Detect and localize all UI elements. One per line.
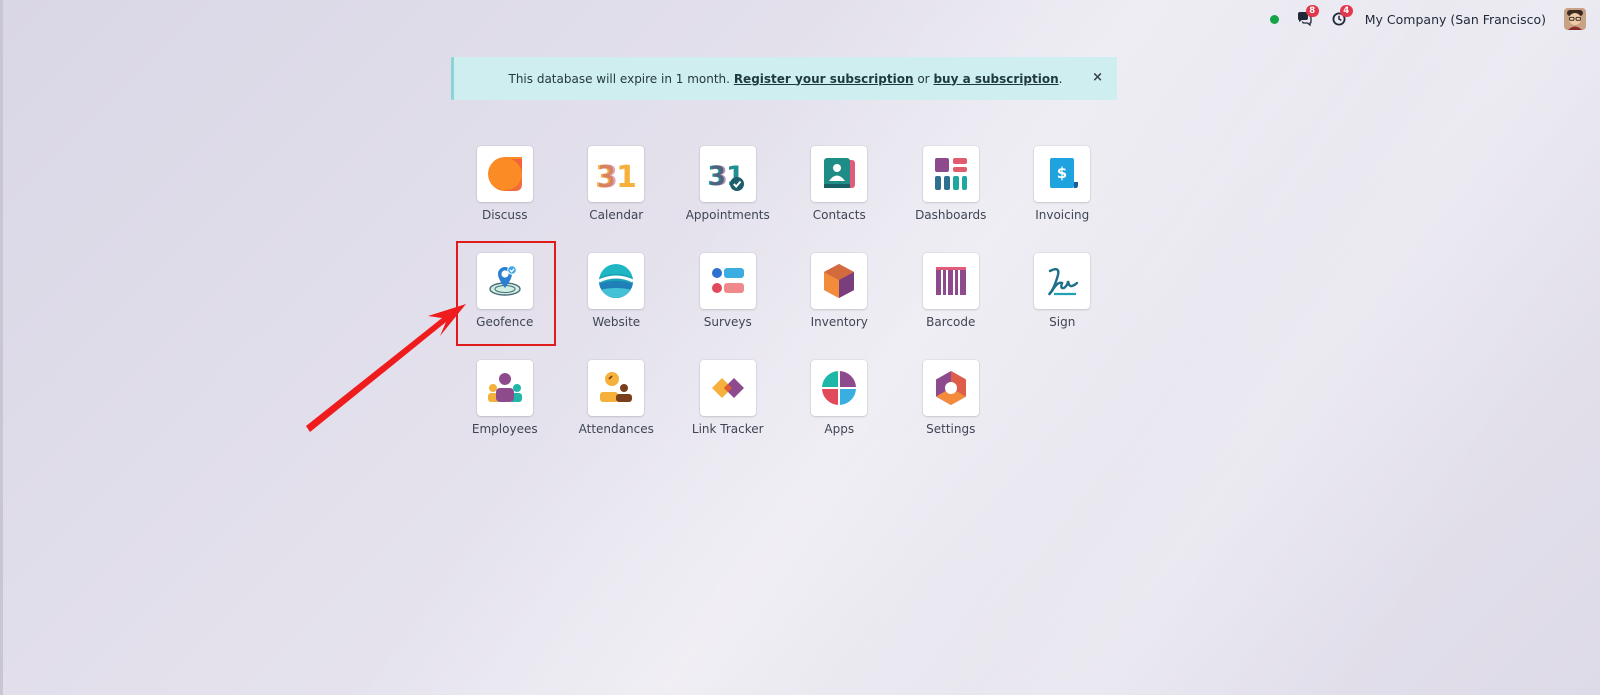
app-invoicing[interactable]: $ Invoicing	[1007, 146, 1119, 253]
close-banner-button[interactable]: ×	[1092, 70, 1103, 85]
app-barcode[interactable]: Barcode	[895, 253, 1007, 360]
app-label: Surveys	[703, 315, 752, 329]
app-label: Sign	[1049, 315, 1076, 329]
app-discuss[interactable]: Discuss	[449, 146, 561, 253]
app-sign[interactable]: Sign	[1007, 253, 1119, 360]
employees-app-icon	[476, 360, 533, 416]
banner-connector: or	[917, 71, 930, 86]
user-portrait-icon	[1564, 8, 1586, 30]
svg-text:3: 3	[709, 161, 728, 192]
app-label: Barcode	[926, 315, 976, 329]
app-link-tracker[interactable]: Link Tracker	[672, 360, 784, 467]
discuss-app-icon	[476, 146, 533, 202]
barcode-app-icon	[922, 253, 979, 309]
svg-text:3: 3	[597, 160, 618, 194]
app-settings[interactable]: Settings	[895, 360, 1007, 467]
messages-button[interactable]: 8	[1297, 5, 1319, 27]
link-tracker-app-icon	[699, 360, 756, 416]
app-surveys[interactable]: Surveys	[672, 253, 784, 360]
user-avatar[interactable]	[1564, 8, 1586, 30]
invoice-dollar-symbol: $	[1057, 164, 1067, 182]
banner-message: This database will expire in 1 month.	[508, 71, 730, 86]
banner-period: .	[1058, 71, 1063, 86]
app-label: Discuss	[481, 208, 528, 222]
app-label: Settings	[926, 422, 976, 436]
company-switcher[interactable]: My Company (San Francisco)	[1365, 12, 1546, 27]
app-label: Website	[592, 315, 641, 329]
app-label: Appointments	[685, 208, 770, 222]
app-label: Dashboards	[915, 208, 987, 222]
activities-button[interactable]: 4	[1331, 5, 1353, 27]
register-subscription-link[interactable]: Register your subscription	[734, 72, 914, 86]
appointments-app-icon: 31 3	[699, 146, 756, 202]
app-label: Employees	[471, 422, 538, 436]
app-contacts[interactable]: Contacts	[784, 146, 896, 253]
app-label: Geofence	[476, 315, 534, 329]
app-label: Link Tracker	[691, 422, 764, 436]
attendances-app-icon	[588, 360, 645, 416]
app-employees[interactable]: Employees	[449, 360, 561, 467]
presence-status-dot	[1269, 14, 1279, 24]
app-label: Apps	[824, 422, 855, 436]
settings-app-icon	[922, 360, 979, 416]
app-grid: Discuss 31 3 Calendar 31 3 Appointments Co…	[449, 146, 1119, 467]
app-geofence[interactable]: Geofence	[449, 253, 561, 360]
app-website[interactable]: Website	[561, 253, 673, 360]
calendar-app-icon: 31 3	[588, 146, 645, 202]
buy-subscription-link[interactable]: buy a subscription	[933, 72, 1058, 86]
app-inventory[interactable]: Inventory	[784, 253, 896, 360]
sign-app-icon	[1034, 253, 1091, 309]
app-apps[interactable]: Apps	[784, 360, 896, 467]
contacts-app-icon	[811, 146, 868, 202]
invoicing-app-icon: $	[1034, 146, 1091, 202]
activities-count-badge: 4	[1339, 5, 1353, 17]
app-calendar[interactable]: 31 3 Calendar	[561, 146, 673, 253]
apps-app-icon	[811, 360, 868, 416]
geofence-app-icon	[476, 253, 533, 309]
inventory-app-icon	[811, 253, 868, 309]
surveys-app-icon	[699, 253, 756, 309]
messages-count-badge: 8	[1305, 5, 1319, 17]
app-label: Calendar	[589, 208, 644, 222]
app-label: Attendances	[578, 422, 654, 436]
database-expiration-banner: This database will expire in 1 month. Re…	[451, 57, 1117, 100]
app-label: Contacts	[812, 208, 866, 222]
app-label: Inventory	[810, 315, 868, 329]
systray: 8 4 My Company (San Francisco)	[1269, 5, 1586, 30]
app-label: Invoicing	[1035, 208, 1090, 222]
app-dashboards[interactable]: Dashboards	[895, 146, 1007, 253]
dashboards-app-icon	[922, 146, 979, 202]
app-appointments[interactable]: 31 3 Appointments	[672, 146, 784, 253]
app-attendances[interactable]: Attendances	[561, 360, 673, 467]
website-app-icon	[588, 253, 645, 309]
left-edge-divider	[0, 0, 3, 695]
